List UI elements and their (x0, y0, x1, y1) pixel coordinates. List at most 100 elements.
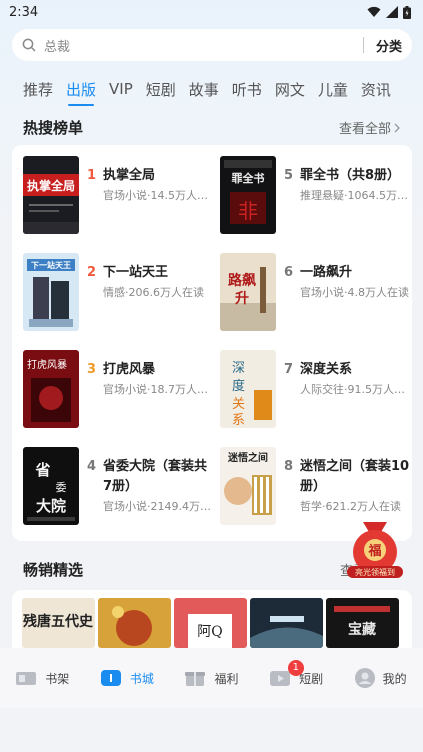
book-title: 罪全书（共8册） (300, 168, 401, 183)
see-all-label: 查看全部 (338, 122, 391, 137)
bestseller-cover-4[interactable] (250, 598, 323, 648)
bestseller-cover-2[interactable] (98, 598, 171, 648)
book-title: 省委大院（套装共7册） (103, 459, 208, 494)
rank-number: 8 (284, 459, 294, 474)
book-meta: 官场小说·18.7万人在读 (103, 383, 213, 396)
rank-number: 3 (87, 362, 97, 377)
bestsellers-header: 畅销精选 查看全部 (23, 559, 400, 580)
nav-bookshelf[interactable]: 书架 (0, 669, 85, 687)
svg-text:非: 非 (238, 199, 258, 223)
book-cover: 路飙升 (220, 253, 276, 331)
book-cover: 迷悟之间 (220, 447, 276, 525)
bestseller-cover-5[interactable]: 宝藏 (326, 598, 399, 648)
chevron-right-icon (394, 123, 400, 132)
book-meta: 官场小说·2149.4万人在读 (103, 500, 213, 513)
bookstore-icon (100, 670, 121, 686)
rank-number: 5 (284, 168, 294, 183)
nav-profile[interactable]: 我的 (338, 668, 423, 688)
svg-text:福: 福 (367, 543, 381, 559)
svg-text:深: 深 (232, 361, 245, 376)
book-cover: 罪全书非 (220, 156, 276, 234)
nav-label: 书架 (45, 671, 70, 686)
hot-ranking-header: 热搜榜单 查看全部 (23, 117, 400, 138)
bottom-nav: 书架 书城 福利 1 短剧 我的 (0, 648, 423, 708)
battery-icon (403, 5, 411, 19)
signal-icon (386, 6, 398, 18)
svg-text:罪全书: 罪全书 (232, 171, 265, 185)
svg-text:亮光领福到: 亮光领福到 (355, 567, 395, 577)
svg-text:系: 系 (232, 413, 245, 428)
book-title: 执掌全局 (103, 168, 156, 183)
rank-number: 7 (284, 362, 294, 377)
rank-item-1[interactable]: 执掌全局 1 执掌全局 官场小说·14.5万人在读 (23, 156, 218, 236)
bestseller-cover-1[interactable]: 残唐五代史 (22, 598, 95, 648)
svg-text:阿Q: 阿Q (197, 624, 222, 640)
search-bar[interactable]: 总裁 分类 (12, 29, 412, 61)
tab-story[interactable]: 故事 (189, 79, 219, 100)
rank-item-5[interactable]: 罪全书非 5 罪全书（共8册） 推理悬疑·1064.5万人在读 (220, 156, 415, 236)
book-meta: 情感·206.6万人在读 (103, 286, 204, 299)
bookshelf-icon (16, 672, 37, 685)
nav-bookstore[interactable]: 书城 (85, 669, 170, 687)
svg-text:路飙: 路飙 (228, 272, 256, 289)
search-divider (362, 37, 364, 53)
profile-icon (354, 668, 375, 688)
rank-item-6[interactable]: 路飙升 6 一路飙升 官场小说·4.8万人在读 (220, 253, 415, 333)
tab-children[interactable]: 儿童 (318, 79, 348, 100)
rank-number: 1 (87, 168, 97, 183)
wifi-icon (367, 6, 381, 17)
svg-text:执掌全局: 执掌全局 (27, 178, 75, 193)
svg-text:委: 委 (56, 481, 67, 494)
rank-number: 6 (284, 265, 294, 280)
search-icon (22, 38, 36, 52)
reward-bag-icon[interactable]: 福 亮光领福到 (345, 512, 405, 578)
search-input[interactable]: 总裁 (44, 36, 363, 55)
tab-recommend[interactable]: 推荐 (23, 79, 53, 100)
rank-item-3[interactable]: 打虎风暴 3 打虎风暴 官场小说·18.7万人在读 (23, 350, 218, 430)
category-button[interactable]: 分类 (376, 36, 402, 55)
svg-text:打虎风暴: 打虎风暴 (27, 358, 67, 371)
book-meta: 人际交往·91.5万人在读 (300, 383, 410, 396)
svg-text:宝藏: 宝藏 (348, 621, 376, 638)
tab-vip[interactable]: VIP (109, 80, 133, 98)
bestsellers-title: 畅销精选 (23, 561, 84, 579)
svg-text:迷悟之间: 迷悟之间 (227, 451, 268, 464)
book-title: 下一站天王 (103, 265, 169, 280)
nav-short-drama[interactable]: 1 短剧 (254, 660, 339, 687)
status-bar: 2:34 (0, 0, 423, 24)
svg-text:大院: 大院 (36, 497, 66, 515)
book-cover: 打虎风暴 (23, 350, 79, 428)
svg-text:关: 关 (232, 397, 245, 412)
tab-news[interactable]: 资讯 (361, 79, 391, 100)
rank-item-7[interactable]: 深度关系 7 深度关系 人际交往·91.5万人在读 (220, 350, 415, 430)
book-title: 深度关系 (300, 362, 353, 377)
tab-audiobook[interactable]: 听书 (232, 79, 262, 100)
svg-text:下一站天王: 下一站天王 (31, 260, 71, 270)
rank-item-2[interactable]: 下一站天王 2 下一站天王 情感·206.6万人在读 (23, 253, 218, 333)
hot-ranking-see-all[interactable]: 查看全部 (339, 118, 400, 137)
rank-number: 4 (87, 459, 97, 474)
hot-ranking-title: 热搜榜单 (23, 119, 84, 137)
book-meta: 官场小说·4.8万人在读 (300, 286, 409, 299)
bestseller-cover-3[interactable]: 阿Q (174, 598, 247, 648)
book-cover: 省委大院 (23, 447, 79, 525)
tab-web-novel[interactable]: 网文 (275, 79, 305, 100)
status-time: 2:34 (9, 4, 39, 20)
book-cover: 执掌全局 (23, 156, 79, 234)
rank-item-4[interactable]: 省委大院 4 省委大院（套装共7册） 官场小说·2149.4万人在读 (23, 447, 218, 527)
book-title: 一路飙升 (300, 265, 353, 280)
hot-ranking-card: 执掌全局 1 执掌全局 官场小说·14.5万人在读 罪全书非 5 罪全书（共8册… (12, 145, 412, 541)
book-cover: 深度关系 (220, 350, 276, 428)
nav-label: 我的 (382, 671, 407, 686)
svg-text:度: 度 (232, 378, 245, 394)
nav-welfare[interactable]: 福利 (169, 669, 254, 687)
system-gesture-area (0, 708, 423, 752)
svg-text:省: 省 (34, 461, 50, 479)
book-title: 打虎风暴 (103, 362, 156, 377)
bestsellers-strip: 残唐五代史 阿Q 宝藏 (12, 590, 412, 648)
tab-short-drama[interactable]: 短剧 (146, 79, 176, 100)
nav-label: 福利 (214, 671, 239, 686)
gift-icon (185, 672, 206, 686)
tab-publish[interactable]: 出版 (66, 79, 96, 106)
svg-text:升: 升 (235, 290, 249, 307)
